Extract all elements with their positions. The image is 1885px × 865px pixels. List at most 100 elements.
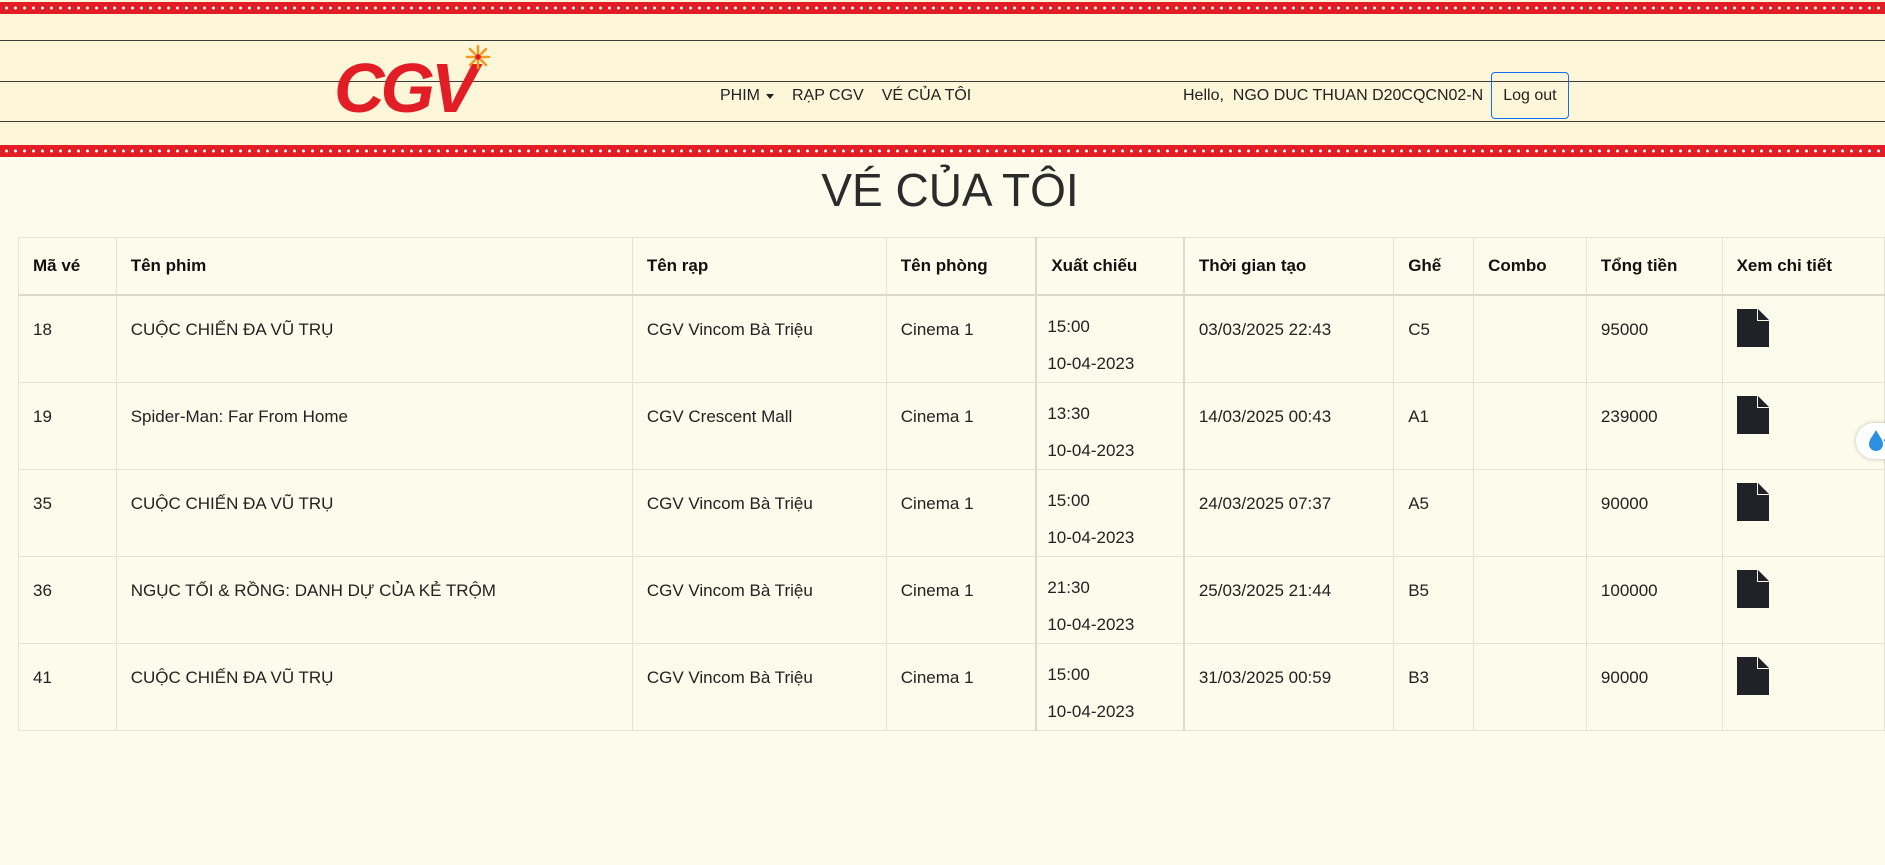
cell-ticket-id: 36 (18, 556, 117, 644)
col-showtime: Xuất chiếu (1035, 237, 1185, 296)
film-strip-bottom (0, 145, 1885, 157)
col-movie-name: Tên phim (115, 237, 633, 296)
showtime-date: 10-04-2023 (1047, 615, 1135, 634)
page-title: VÉ CỦA TÔI (821, 164, 1079, 216)
cell-created-time: 25/03/2025 21:44 (1183, 556, 1395, 644)
cell-combo (1473, 382, 1587, 470)
nav-phim-label: PHIM (720, 87, 760, 104)
cell-total: 90000 (1585, 469, 1723, 557)
cell-view-detail (1721, 643, 1885, 731)
cell-seat: C5 (1393, 294, 1475, 383)
cgv-logo[interactable]: CGV (334, 44, 494, 118)
file-icon[interactable] (1736, 309, 1769, 347)
cell-view-detail (1721, 556, 1885, 644)
cell-room-name: Cinema 1 (885, 294, 1037, 383)
cell-seat: A1 (1393, 382, 1475, 470)
cell-movie-name: CUỘC CHIẾN ĐA VŨ TRỤ (115, 294, 633, 383)
cell-view-detail (1721, 382, 1885, 470)
showtime-date: 10-04-2023 (1047, 441, 1135, 460)
cell-total: 95000 (1585, 294, 1723, 383)
col-ticket-id: Mã vé (18, 237, 117, 296)
header-divider (0, 40, 1885, 41)
file-icon[interactable] (1736, 483, 1769, 521)
cgv-logo-text: CGV (334, 49, 483, 118)
cell-room-name: Cinema 1 (885, 469, 1037, 557)
cell-cinema-name: CGV Vincom Bà Triệu (631, 556, 887, 644)
cell-room-name: Cinema 1 (885, 556, 1037, 644)
col-cinema-name: Tên rạp (631, 237, 887, 296)
cell-total: 239000 (1585, 382, 1723, 470)
col-created-time: Thời gian tạo (1183, 237, 1395, 296)
nav-rap-cgv[interactable]: RẠP CGV (792, 87, 864, 105)
cell-movie-name: Spider-Man: Far From Home (115, 382, 633, 470)
water-drop-icon (1869, 430, 1885, 451)
table-header-row: Mã vé Tên phim Tên rạp Tên phòng Xuất ch… (18, 237, 1885, 296)
cell-seat: B3 (1393, 643, 1475, 731)
cell-seat: B5 (1393, 556, 1475, 644)
film-strip-top (0, 2, 1885, 14)
file-icon[interactable] (1736, 570, 1769, 608)
cell-combo (1473, 556, 1587, 644)
showtime-time: 13:30 (1047, 404, 1090, 423)
nav-phim-dropdown[interactable]: PHIM (720, 87, 774, 105)
cell-room-name: Cinema 1 (885, 643, 1037, 731)
cell-ticket-id: 18 (18, 294, 117, 383)
nav-ve-cua-toi[interactable]: VÉ CỦA TÔI (882, 87, 972, 105)
logo-star-icon (465, 44, 491, 70)
col-view-detail: Xem chi tiết (1721, 237, 1885, 296)
cell-combo (1473, 643, 1587, 731)
cell-created-time: 03/03/2025 22:43 (1183, 294, 1395, 383)
user-area: Hello, NGO DUC THUAN D20CQCN02-N Log out (1183, 72, 1569, 119)
cell-showtime: 15:00 10-04-2023 (1035, 643, 1185, 731)
col-room-name: Tên phòng (885, 237, 1037, 296)
showtime-date: 10-04-2023 (1047, 354, 1135, 373)
user-greeting: Hello, NGO DUC THUAN D20CQCN02-N (1183, 86, 1484, 104)
tickets-table: Mã vé Tên phim Tên rạp Tên phòng Xuất ch… (18, 237, 1885, 731)
cell-combo (1473, 469, 1587, 557)
cell-seat: A5 (1393, 469, 1475, 557)
extension-widget[interactable] (1856, 423, 1885, 459)
table-row: 36 NGỤC TỐI & RỒNG: DANH DỰ CỦA KẺ TRỘM … (18, 556, 1885, 644)
showtime-time: 15:00 (1047, 491, 1090, 510)
cell-created-time: 31/03/2025 00:59 (1183, 643, 1395, 731)
table-row: 41 CUỘC CHIẾN ĐA VŨ TRỤ CGV Vincom Bà Tr… (18, 643, 1885, 731)
showtime-time: 21:30 (1047, 578, 1090, 597)
cell-combo (1473, 294, 1587, 383)
caret-down-icon (766, 93, 774, 99)
cell-showtime: 13:30 10-04-2023 (1035, 382, 1185, 470)
logout-button[interactable]: Log out (1491, 72, 1569, 119)
cell-cinema-name: CGV Vincom Bà Triệu (631, 294, 887, 383)
header-divider (0, 121, 1885, 122)
cell-view-detail (1721, 294, 1885, 383)
cell-showtime: 15:00 10-04-2023 (1035, 294, 1185, 383)
cell-created-time: 14/03/2025 00:43 (1183, 382, 1395, 470)
cell-movie-name: NGỤC TỐI & RỒNG: DANH DỰ CỦA KẺ TRỘM (115, 556, 633, 644)
cell-total: 90000 (1585, 643, 1723, 731)
showtime-time: 15:00 (1047, 665, 1090, 684)
col-total: Tổng tiền (1585, 237, 1723, 296)
showtime-time: 15:00 (1047, 317, 1090, 336)
cell-cinema-name: CGV Vincom Bà Triệu (631, 643, 887, 731)
col-seat: Ghế (1393, 237, 1475, 296)
table-row: 35 CUỘC CHIẾN ĐA VŨ TRỤ CGV Vincom Bà Tr… (18, 469, 1885, 557)
cell-movie-name: CUỘC CHIẾN ĐA VŨ TRỤ (115, 469, 633, 557)
cell-created-time: 24/03/2025 07:37 (1183, 469, 1395, 557)
site-header: CGV PHIM RẠP CGV VÉ CỦA TÔI Hello, NGO D… (0, 0, 1885, 157)
file-icon[interactable] (1736, 396, 1769, 434)
cell-ticket-id: 19 (18, 382, 117, 470)
cell-room-name: Cinema 1 (885, 382, 1037, 470)
header-divider (0, 81, 1885, 82)
cell-showtime: 21:30 10-04-2023 (1035, 556, 1185, 644)
cell-view-detail (1721, 469, 1885, 557)
cell-showtime: 15:00 10-04-2023 (1035, 469, 1185, 557)
col-combo: Combo (1473, 237, 1587, 296)
main-nav: PHIM RẠP CGV VÉ CỦA TÔI (720, 87, 971, 105)
table-row: 18 CUỘC CHIẾN ĐA VŨ TRỤ CGV Vincom Bà Tr… (18, 294, 1885, 383)
showtime-date: 10-04-2023 (1047, 528, 1135, 547)
file-icon[interactable] (1736, 657, 1769, 695)
cell-cinema-name: CGV Vincom Bà Triệu (631, 469, 887, 557)
showtime-date: 10-04-2023 (1047, 702, 1135, 721)
cell-cinema-name: CGV Crescent Mall (631, 382, 887, 470)
cell-ticket-id: 41 (18, 643, 117, 731)
cell-ticket-id: 35 (18, 469, 117, 557)
